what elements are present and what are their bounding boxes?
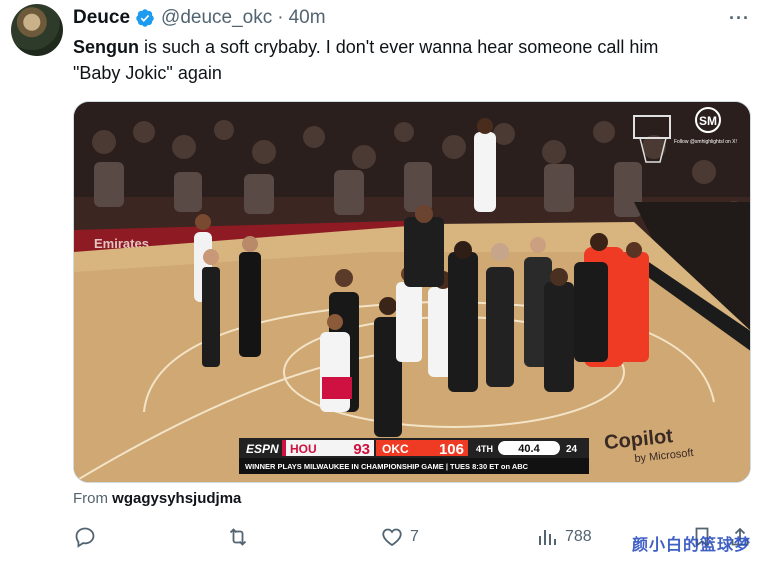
more-options-icon[interactable]: ··· <box>729 8 750 29</box>
follow-text: Follow @smhighlightsl on X! <box>674 139 737 145</box>
shot-clock: 24 <box>566 444 578 455</box>
tweet-text-line1: is such a soft crybaby. I don't ever wan… <box>139 37 659 57</box>
like-count: 7 <box>410 528 419 545</box>
period: 4TH <box>476 444 493 454</box>
tweet-text-line2: "Baby Jokic" again <box>73 63 222 83</box>
like-button[interactable]: 7 <box>380 525 419 549</box>
heart-icon <box>382 528 402 547</box>
tweet-text: Sengun is such a soft crybaby. I don't e… <box>73 34 743 86</box>
reply-button[interactable] <box>73 525 97 549</box>
separator-dot: · <box>277 7 284 28</box>
views-button[interactable]: 788 <box>535 525 592 549</box>
timestamp[interactable]: 40m <box>289 7 326 29</box>
network-logo: ESPN <box>246 442 279 456</box>
scoreboard: ESPN HOU 93 OKC 106 4TH 40.4 24 WINNER P… <box>239 438 589 474</box>
tweet-mention-bold: Sengun <box>73 37 139 57</box>
retweet-button[interactable] <box>226 525 250 549</box>
source-name[interactable]: wgagysyhsjudjma <box>112 490 241 507</box>
retweet-icon <box>229 528 247 546</box>
display-name[interactable]: Deuce <box>73 7 130 29</box>
away-team: OKC <box>382 442 409 456</box>
tweet-video[interactable]: Emirates SM Follow @smhighlightsl on X! <box>73 101 751 483</box>
home-team: HOU <box>290 442 317 456</box>
video-frame: Emirates SM Follow @smhighlightsl on X! <box>74 102 750 482</box>
reply-icon <box>75 527 95 548</box>
game-clock: 40.4 <box>518 443 540 455</box>
score-banner: WINNER PLAYS MILWAUKEE IN CHAMPIONSHIP G… <box>245 462 529 471</box>
avatar[interactable] <box>11 4 63 56</box>
views-chart-icon <box>539 530 556 545</box>
verified-badge-icon <box>136 9 154 27</box>
source-prefix: From <box>73 490 108 507</box>
away-score: 106 <box>439 441 464 458</box>
source-attribution: From wgagysyhsjudjma <box>73 490 241 507</box>
tweet-header: Deuce @deuce_okc · 40m <box>73 6 326 30</box>
home-score: 93 <box>353 441 370 458</box>
watermark-logo: SM <box>699 114 717 128</box>
handle[interactable]: @deuce_okc <box>161 7 272 29</box>
view-count: 788 <box>565 528 592 545</box>
site-watermark: 颜小白的篮球梦 <box>632 537 752 554</box>
